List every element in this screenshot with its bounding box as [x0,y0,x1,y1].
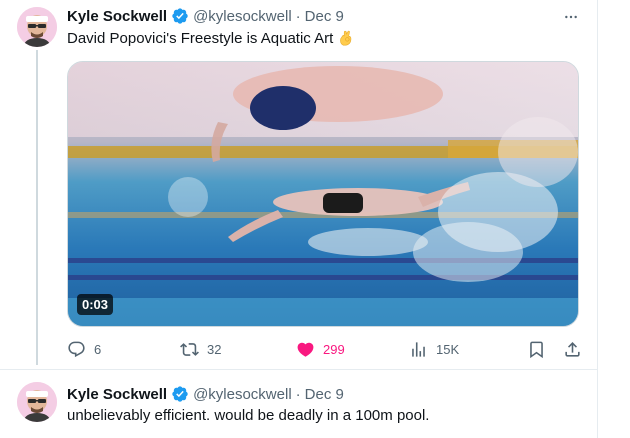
tweet-video[interactable] [67,61,579,327]
separator-dot: · [295,385,301,403]
tweet-text: David Popovici's Freestyle is Aquatic Ar… [67,29,355,47]
thread-connector-line [36,50,38,365]
tweet-text-content: David Popovici's Freestyle is Aquatic Ar… [67,29,334,47]
tweet-text: unbelievably efficient. would be deadly … [67,407,429,424]
repost-button[interactable]: 32 [180,340,221,359]
like-button[interactable]: 299 [296,340,345,359]
timestamp[interactable]: Dec 9 [305,8,344,25]
tweet-text-content: unbelievably efficient. would be deadly … [67,407,430,424]
bookmark-icon [527,340,546,359]
author-handle[interactable]: @kylesockwell [193,386,292,403]
separator-dot: · [295,7,301,25]
author-name[interactable]: Kyle Sockwell [67,386,167,403]
avatar[interactable] [17,7,57,47]
tweet-header: Kyle Sockwell @kylesockwell · Dec 9 [67,7,344,25]
share-icon [563,340,582,359]
tweet-divider [0,369,597,370]
video-duration: 0:03 [77,294,114,315]
verified-badge-icon [171,385,189,403]
tweet-header: Kyle Sockwell @kylesockwell · Dec 9 [67,385,344,403]
like-icon [296,340,315,359]
more-icon[interactable] [561,7,581,27]
repost-icon [180,340,199,359]
like-count: 299 [323,342,345,357]
reply-icon [67,340,86,359]
views-button[interactable]: 15K [409,340,459,359]
column-border [597,0,598,438]
views-count: 15K [436,342,460,357]
views-icon [409,340,428,359]
avatar[interactable] [17,382,57,422]
ok-hand-emoji [337,29,355,47]
share-button[interactable] [563,340,582,359]
timestamp[interactable]: Dec 9 [305,386,344,403]
reply-button[interactable]: 6 [67,340,101,359]
bookmark-button[interactable] [527,340,546,359]
tweet-actions: 6 32 299 15K [0,340,597,362]
repost-count: 32 [207,342,222,357]
reply-count: 6 [94,342,102,357]
author-handle[interactable]: @kylesockwell [193,8,292,25]
author-name[interactable]: Kyle Sockwell [67,8,167,25]
verified-badge-icon [171,7,189,25]
